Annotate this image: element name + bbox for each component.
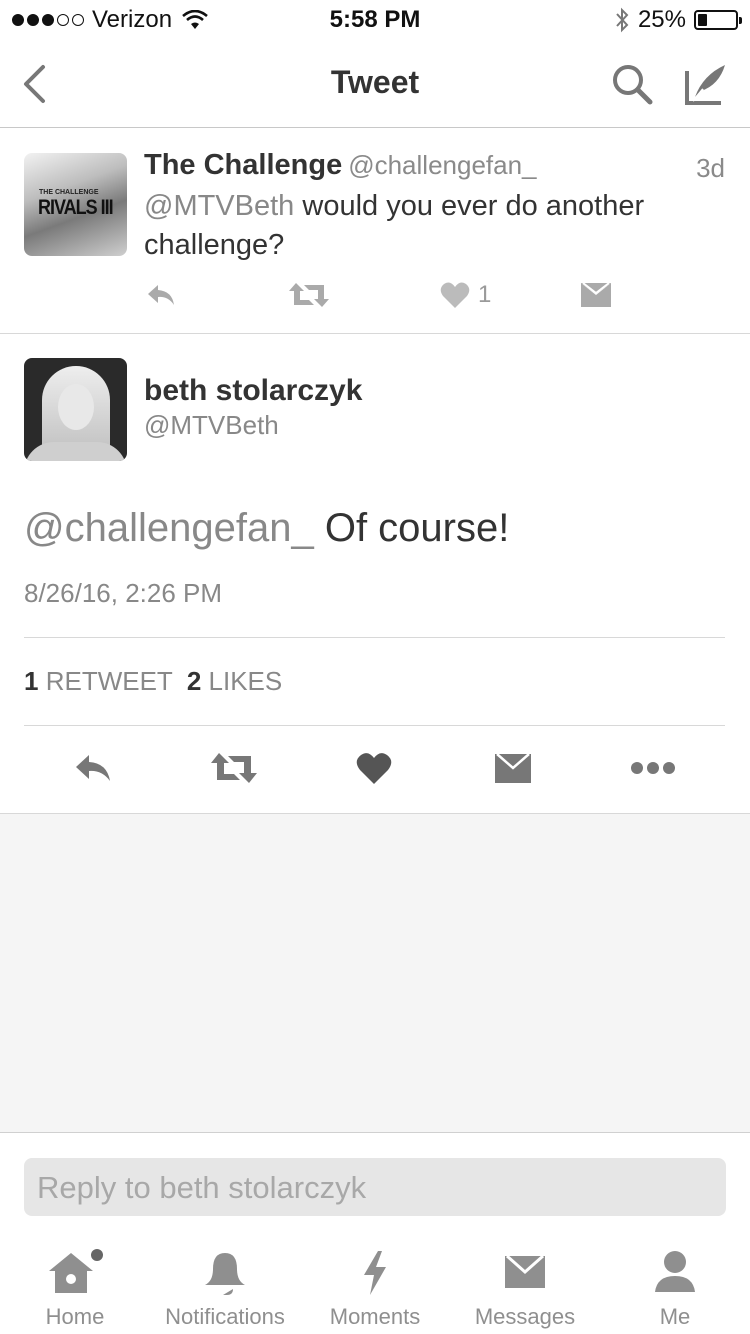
tab-moments[interactable]: Moments [300, 1240, 450, 1330]
mention-link[interactable]: @MTVBeth [144, 190, 294, 222]
search-icon [613, 65, 653, 105]
tab-notifications[interactable]: Notifications [150, 1240, 300, 1330]
tweet-author-name[interactable]: beth stolarczyk [144, 374, 362, 408]
retweet-button[interactable] [210, 751, 258, 785]
envelope-icon [495, 753, 531, 783]
bluetooth-icon [614, 7, 630, 33]
divider [24, 725, 725, 726]
empty-replies-area [0, 813, 750, 1133]
tweet-actions [0, 745, 750, 793]
tab-label: Moments [329, 1304, 421, 1329]
reply-input[interactable]: Reply to beth stolarczyk [24, 1158, 726, 1216]
direct-message-button[interactable] [494, 751, 532, 785]
heart-icon [356, 753, 392, 784]
parent-tweet[interactable]: THE CHALLENGE RIVALS III The Challenge @c… [0, 129, 750, 334]
home-icon [49, 1249, 103, 1293]
tab-label: Me [659, 1304, 691, 1329]
tweet-age: 3d [696, 153, 725, 183]
likes-count: 2 [186, 666, 202, 696]
person-icon [655, 1251, 695, 1292]
like-button[interactable] [356, 751, 392, 785]
envelope-icon [505, 1254, 545, 1288]
retweet-icon [211, 753, 257, 783]
tab-label: Messages [474, 1304, 576, 1329]
retweet-button[interactable] [288, 281, 330, 309]
author-handle: @challengefan_ [348, 150, 537, 180]
lightning-icon [364, 1251, 386, 1295]
tweet-author[interactable]: The Challenge @challengefan_ [144, 149, 537, 182]
likes-label: LIKES [208, 666, 283, 696]
avatar[interactable]: THE CHALLENGE RIVALS III [24, 153, 127, 256]
reply-button[interactable] [146, 281, 178, 309]
tab-bar: Home Notifications Moments Messages Me [0, 1240, 750, 1334]
compose-icon [685, 65, 725, 105]
tweet-author-handle[interactable]: @MTVBeth [144, 410, 279, 441]
nav-bar: Tweet [0, 40, 750, 128]
avatar-caption: RIVALS III [38, 194, 114, 219]
avatar[interactable] [24, 358, 127, 461]
tweet-timestamp: 8/26/16, 2:26 PM [24, 578, 223, 608]
tab-label: Home [45, 1304, 105, 1329]
direct-message-button[interactable] [580, 281, 612, 309]
reply-icon [76, 755, 110, 781]
divider [24, 637, 725, 638]
retweet-count: 1 [24, 666, 39, 696]
tab-me[interactable]: Me [600, 1240, 750, 1330]
more-options-button[interactable] [630, 751, 676, 785]
envelope-icon [581, 282, 611, 307]
heart-icon [440, 282, 470, 308]
search-button[interactable] [606, 58, 658, 110]
tweet-body: Of course! [313, 506, 510, 550]
likes-stat[interactable]: 2 LIKES [187, 666, 282, 696]
more-icon [631, 762, 675, 774]
tweet-actions: 1 [0, 279, 750, 315]
like-button[interactable]: 1 [440, 281, 491, 309]
mention-link[interactable]: @challengefan_ [24, 506, 314, 550]
author-name: The Challenge [144, 149, 343, 181]
battery-icon [694, 10, 742, 30]
battery-percent: 25% [637, 6, 686, 33]
tweet-text: @MTVBeth would you ever do another chall… [144, 187, 724, 265]
retweet-stat[interactable]: 1 RETWEET [24, 666, 173, 696]
like-count: 1 [478, 281, 492, 308]
tab-label: Notifications [165, 1304, 285, 1329]
reply-button[interactable] [74, 751, 114, 785]
compose-button[interactable] [680, 58, 732, 110]
status-bar: Verizon 5:58 PM 25% [0, 0, 750, 40]
reply-icon [148, 285, 174, 305]
tab-messages[interactable]: Messages [450, 1240, 600, 1330]
retweet-icon [289, 283, 329, 307]
retweet-label: RETWEET [45, 666, 173, 696]
tweet-text: @challengefan_ Of course! [24, 506, 509, 551]
tab-home[interactable]: Home [0, 1240, 150, 1330]
engagement-counts: 1 RETWEET 2 LIKES [24, 666, 282, 697]
bell-icon [205, 1253, 245, 1295]
